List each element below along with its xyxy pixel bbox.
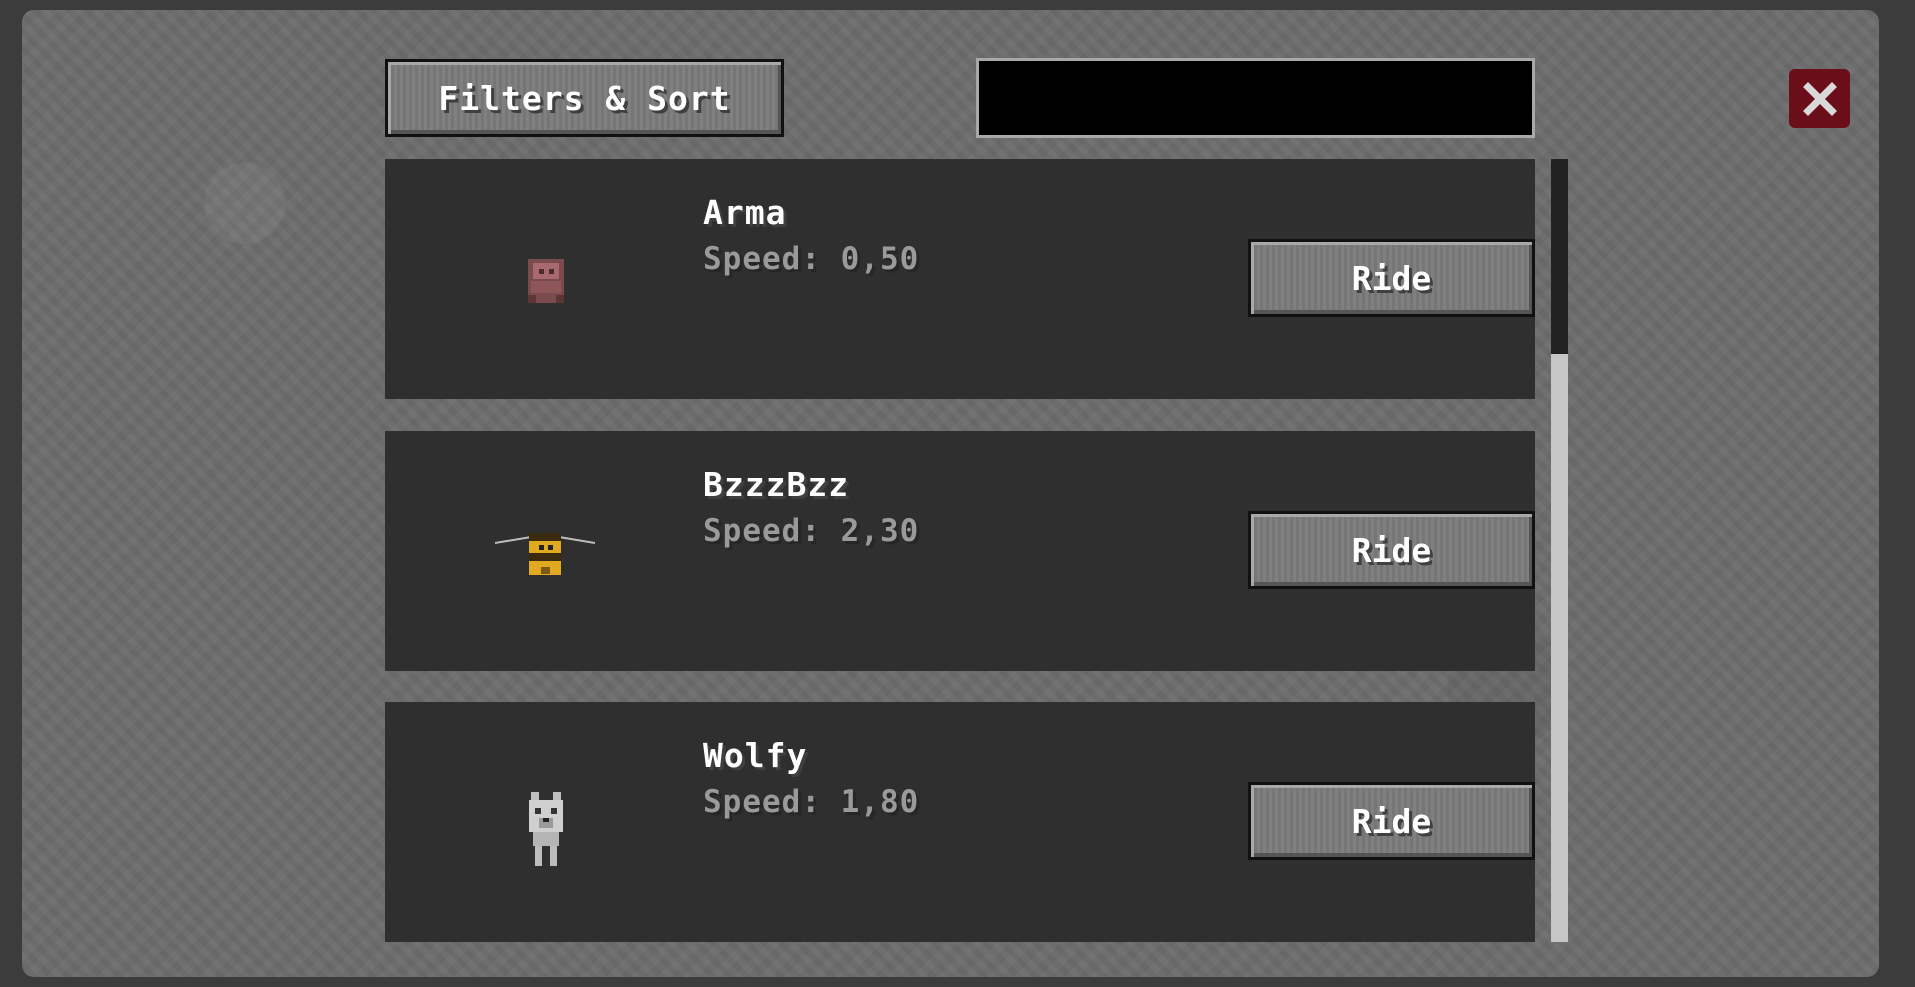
- filters-sort-button[interactable]: Filters & Sort: [385, 59, 784, 137]
- search-input[interactable]: [976, 58, 1535, 138]
- mount-name: Wolfy: [703, 736, 808, 775]
- mount-speed: Speed: 2,30: [703, 513, 920, 549]
- mount-name: BzzzBzz: [703, 465, 850, 504]
- bee-mob-icon: [495, 533, 595, 575]
- mount-list: Arma Speed: 0,50 Ride BzzzBzz Speed: 2,3…: [385, 159, 1535, 942]
- pig-mob-icon: [528, 259, 564, 303]
- scrollbar[interactable]: [1551, 159, 1568, 942]
- mount-speed: Speed: 1,80: [703, 784, 920, 820]
- close-button[interactable]: [1789, 69, 1850, 128]
- mount-name: Arma: [703, 193, 787, 232]
- scrollbar-thumb[interactable]: [1551, 159, 1568, 354]
- wolf-mob-icon: [529, 792, 563, 866]
- mount-speed: Speed: 0,50: [703, 241, 920, 277]
- close-icon: [1802, 81, 1837, 116]
- ride-button[interactable]: Ride: [1248, 511, 1535, 589]
- list-item: BzzzBzz Speed: 2,30 Ride: [385, 431, 1535, 671]
- list-item: Wolfy Speed: 1,80 Ride: [385, 702, 1535, 942]
- ride-button[interactable]: Ride: [1248, 782, 1535, 860]
- list-item: Arma Speed: 0,50 Ride: [385, 159, 1535, 399]
- screen-frame: Filters & Sort Arma Speed: 0,50 Ride Bzz…: [0, 0, 1915, 987]
- ride-button[interactable]: Ride: [1248, 239, 1535, 317]
